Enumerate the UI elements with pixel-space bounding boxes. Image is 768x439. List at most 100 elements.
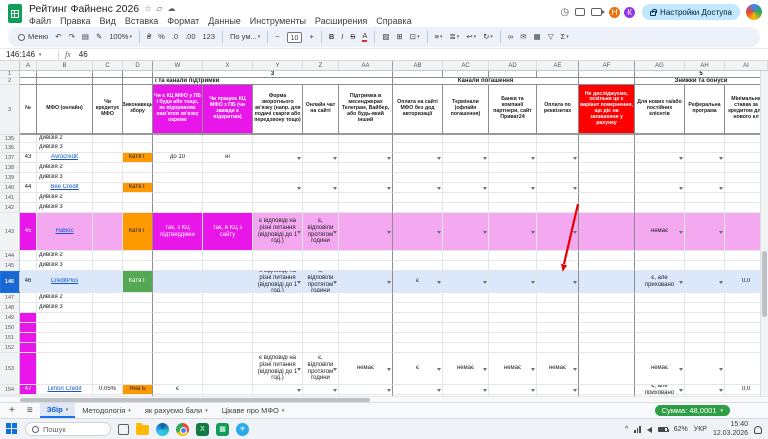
cell-dropdown-arrow-icon[interactable] [719,187,723,190]
cell-dropdown-arrow-icon[interactable] [531,389,535,392]
cell-ae-136[interactable] [537,143,579,153]
cell-af-150[interactable] [579,323,635,333]
text-color-button[interactable]: A [359,29,370,45]
cell-c-153[interactable] [93,353,123,385]
cell-aa-154[interactable] [339,385,393,395]
cell-ac-150[interactable] [443,323,489,333]
cell-dropdown-arrow-icon[interactable] [531,187,535,190]
cell-w-145[interactable] [153,261,203,271]
menu-item-5[interactable]: Данные [208,16,241,26]
cell-ae-145[interactable] [537,261,579,271]
present-to-meet-icon[interactable] [591,8,602,16]
cell-ac-142[interactable] [443,203,489,213]
cell-b-152[interactable] [37,343,93,353]
font-size-input[interactable]: 10 [284,29,306,45]
taskbar-search-input[interactable]: Пошук [25,422,111,436]
cell-ah-143[interactable] [685,213,725,251]
row-header-139[interactable]: 139 [0,173,20,183]
cell-y-152[interactable] [253,343,303,353]
add-sheet-button[interactable]: + [4,405,20,416]
cell-c-138[interactable] [93,163,123,173]
cell-a-149[interactable] [20,313,37,323]
cell-dropdown-arrow-icon[interactable] [297,187,301,190]
cell-d-143[interactable]: Катя Г [123,213,153,251]
cell-dropdown-arrow-icon[interactable] [297,389,301,392]
menu-item-4[interactable]: Формат [167,16,199,26]
cell-x-138[interactable] [203,163,253,173]
cell-ah-145[interactable] [685,261,725,271]
sheets-icon[interactable]: ▦ [216,423,229,436]
cell-d-150[interactable] [123,323,153,333]
redo-button[interactable]: ↷ [66,29,78,45]
cell-x-152[interactable] [203,343,253,353]
cell-ag-143[interactable]: немає [635,213,685,251]
cell-b-143[interactable]: НаВос [37,213,93,251]
cell-c-152[interactable] [93,343,123,353]
cell-dropdown-arrow-icon[interactable] [483,389,487,392]
cell-y-140[interactable] [253,183,303,193]
task-view-icon[interactable] [118,424,129,435]
cell-af-140[interactable] [579,183,635,193]
cell-aa-145[interactable] [339,261,393,271]
cell-z-149[interactable] [303,313,339,323]
text-wrap-button[interactable]: ↩▾ [463,29,479,45]
cell-dropdown-arrow-icon[interactable] [387,187,391,190]
cell-aa-142[interactable] [339,203,393,213]
cell-ah-144[interactable] [685,251,725,261]
cell-ae-151[interactable] [537,333,579,343]
cell-dropdown-arrow-icon[interactable] [483,157,487,160]
cell-ad-140[interactable] [489,183,537,193]
cell-ad-145[interactable] [489,261,537,271]
cell-aa-152[interactable] [339,343,393,353]
cell-ac-146[interactable] [443,271,489,293]
cell-ab-153[interactable]: є [393,353,443,385]
cell-a-145[interactable] [20,261,37,271]
cell-w-152[interactable] [153,343,203,353]
cell-ae-141[interactable] [537,193,579,203]
cell-ac-137[interactable] [443,153,489,163]
cell-a-147[interactable] [20,293,37,303]
menu-item-3[interactable]: Вставка [125,16,158,26]
cell-dropdown-arrow-icon[interactable] [573,157,577,160]
column-header-b[interactable]: B [37,61,93,70]
cell-a-153[interactable] [20,353,37,385]
cell-ad-136[interactable] [489,143,537,153]
cell-a-144[interactable] [20,251,37,261]
cell-ab-148[interactable] [393,303,443,313]
row-header-150[interactable]: 150 [0,323,20,333]
cell-af-154[interactable] [579,385,635,395]
version-history-icon[interactable]: ◷ [560,7,569,18]
cell-d-141[interactable] [123,193,153,203]
cell-aa-147[interactable] [339,293,393,303]
cell-dropdown-arrow-icon[interactable] [333,368,337,371]
cell-d-138[interactable] [123,163,153,173]
cell-aa-140[interactable] [339,183,393,193]
cell-dropdown-arrow-icon[interactable] [387,231,391,234]
cell-w-139[interactable] [153,173,203,183]
cell-ad-152[interactable] [489,343,537,353]
cell-ac-135[interactable] [443,135,489,143]
row-header-147[interactable]: 147 [0,293,20,303]
cell-aa-150[interactable] [339,323,393,333]
cell-ag-140[interactable] [635,183,685,193]
cell-a-135[interactable] [20,135,37,143]
cell-a-148[interactable] [20,303,37,313]
cell-ad-139[interactable] [489,173,537,183]
cell-ag-144[interactable] [635,251,685,261]
cell-aa-144[interactable] [339,251,393,261]
cell-w-149[interactable] [153,313,203,323]
cell-b-139[interactable]: дивізія 3 [37,173,93,183]
cell-dropdown-arrow-icon[interactable] [573,389,577,392]
cell-w-137[interactable]: до 10 [153,153,203,163]
column-header-d[interactable]: D [123,61,153,70]
cell-ab-146[interactable]: є [393,271,443,293]
cell-a-136[interactable] [20,143,37,153]
cell-aa-141[interactable] [339,193,393,203]
cell-ad-143[interactable] [489,213,537,251]
cell-ab-145[interactable] [393,261,443,271]
column-header-ae[interactable]: AE [537,61,579,70]
cell-ae-147[interactable] [537,293,579,303]
cell-ac-141[interactable] [443,193,489,203]
sheet-tab-3[interactable]: Цікаве про МФО▾ [215,403,292,418]
cell-ae-149[interactable] [537,313,579,323]
